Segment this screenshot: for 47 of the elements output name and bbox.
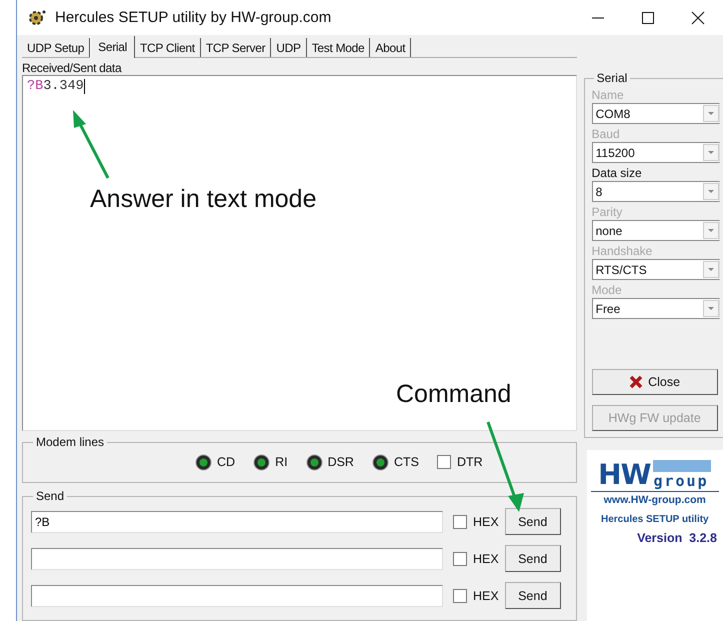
dtr-checkbox[interactable] — [436, 455, 451, 469]
led-label: CTS — [394, 455, 419, 469]
dtr-label: DTR — [456, 455, 483, 469]
field-label: Mode — [592, 283, 623, 298]
window-title: Hercules SETUP utility by HW-group.com — [55, 9, 332, 26]
app-gear-icon — [27, 8, 47, 26]
hex-checkbox[interactable] — [453, 552, 467, 566]
field-label: Baud — [592, 127, 621, 142]
group-title: Serial — [596, 71, 628, 85]
product-name: Hercules SETUP utility — [600, 514, 709, 525]
logo-wordmark: group — [653, 474, 710, 488]
field-label: Data size — [592, 166, 643, 181]
send-button[interactable]: Send — [504, 508, 561, 535]
send-button[interactable]: Send — [504, 582, 561, 609]
group-title: Send — [35, 489, 66, 503]
annotation-text: Answer in text mode — [90, 185, 316, 214]
tab[interactable]: Serial — [90, 36, 136, 58]
version-text: Version 3.2.8 — [637, 531, 717, 545]
dropdown[interactable]: 8 — [592, 181, 720, 202]
send-input-field[interactable] — [31, 548, 443, 570]
hex-label: HEX — [473, 552, 499, 566]
send-button[interactable]: Send — [504, 545, 561, 572]
close-icon[interactable] — [690, 10, 706, 26]
hex-checkbox[interactable] — [453, 514, 467, 528]
logo-mark: HW — [598, 462, 650, 488]
led-label: CD — [217, 455, 236, 469]
field-label: Parity — [592, 205, 624, 220]
field-label: Handshake — [592, 244, 654, 259]
send-input-field[interactable] — [31, 584, 443, 606]
field-label: Name — [592, 88, 625, 103]
hex-checkbox[interactable] — [453, 588, 467, 602]
maximize-icon[interactable] — [640, 10, 656, 26]
annotation-text: Command — [396, 380, 512, 409]
led-label: RI — [275, 455, 288, 469]
arrow — [73, 110, 110, 179]
logo-url: www.HW-group.com — [590, 491, 719, 506]
hex-label: HEX — [473, 588, 499, 602]
led-label: DSR — [328, 455, 354, 469]
close-button[interactable]: Close — [592, 369, 718, 395]
send-input-field[interactable]: ?B — [31, 510, 443, 532]
received-text: ?B — [27, 79, 44, 94]
hex-label: HEX — [473, 514, 499, 528]
received-text: 3.349 — [43, 79, 84, 94]
logo-bar — [653, 460, 712, 472]
received-label: Received/Sent data — [22, 61, 123, 75]
cross-icon — [629, 375, 644, 389]
group-title: Modem lines — [35, 435, 106, 449]
